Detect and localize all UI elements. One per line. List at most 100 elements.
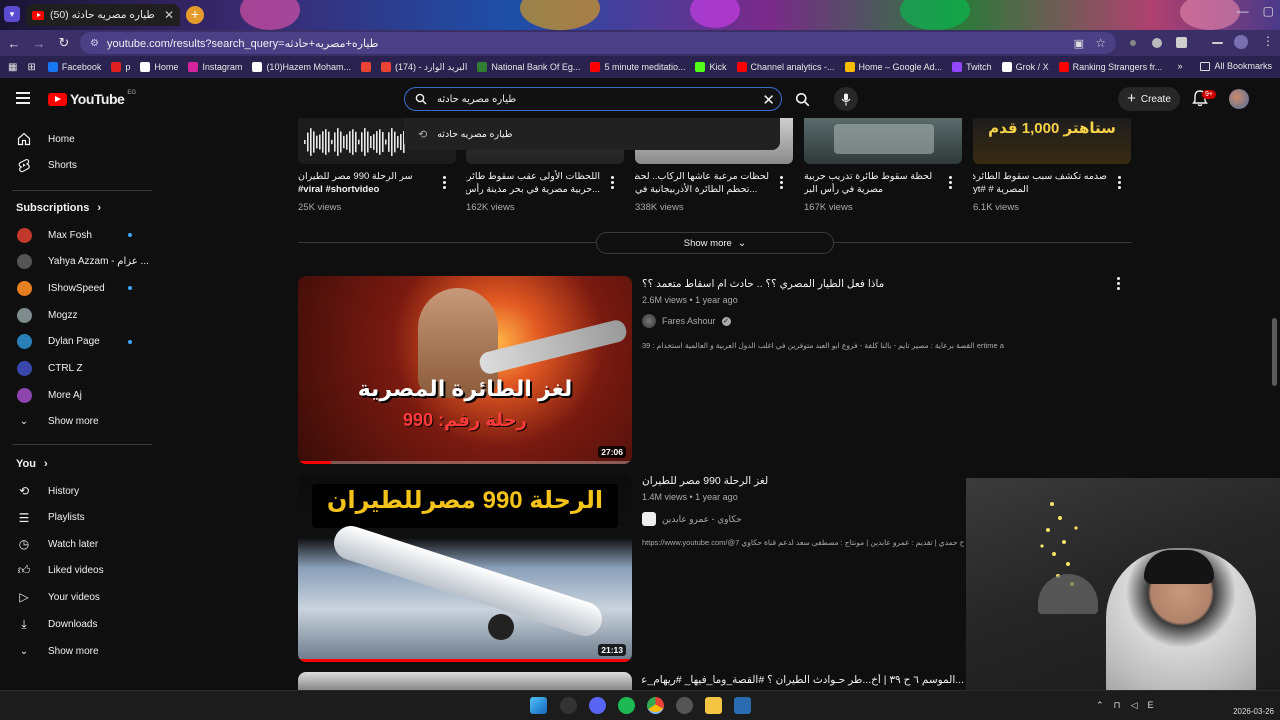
- forward-icon[interactable]: →: [28, 36, 50, 51]
- minimize-icon[interactable]: —: [1237, 4, 1249, 18]
- tab-close-icon[interactable]: ✕: [164, 8, 174, 22]
- short-title[interactable]: لحظات مرعبة عاشها الركاب.. لحظة ...تحطم ا…: [635, 170, 769, 196]
- bookmark-item[interactable]: Home – Google Ad...: [844, 62, 942, 72]
- clock[interactable]: 2026-03-26: [1233, 695, 1274, 717]
- more-bookmarks-icon[interactable]: »: [1177, 61, 1182, 71]
- network-icon[interactable]: ⊓: [1114, 700, 1121, 711]
- account-avatar[interactable]: [1229, 89, 1249, 109]
- video-title[interactable]: ...الموسم ٦ ح ٣٩ | أخ...طر حـوادث الطيرا…: [642, 674, 964, 686]
- sidebar-subscription-item[interactable]: Yahya Azzam - عزام ...: [0, 249, 152, 275]
- short-title[interactable]: اللحظات الأولى عقب سقوط طائرة ...حربية مص…: [466, 170, 600, 196]
- short-title[interactable]: صدمه تكشف سبب سقوط الطائرة المصرية # #yt: [973, 170, 1107, 196]
- bookmark-item[interactable]: National Bank Of Eg...: [477, 62, 580, 72]
- you-show-more[interactable]: ⌄ Show more: [0, 638, 152, 664]
- start-icon[interactable]: [530, 697, 547, 714]
- bookmark-item[interactable]: Channel analytics -...: [736, 62, 835, 72]
- bookmark-item[interactable]: Kick: [695, 62, 727, 72]
- tab-groups-icon[interactable]: ⊞: [27, 62, 35, 73]
- short-menu-icon[interactable]: [611, 176, 615, 191]
- channel-link[interactable]: Fares Ashour ✓: [642, 314, 731, 328]
- sidebar-item-downloads[interactable]: ⤓ Downloads: [0, 611, 152, 637]
- sidebar-item-playlists[interactable]: ☰ Playlists: [0, 505, 152, 531]
- bookmark-item[interactable]: Facebook: [47, 62, 101, 72]
- sidebar-item-your-videos[interactable]: ▷ Your videos: [0, 584, 152, 610]
- video-thumbnail[interactable]: الرحلة 990 مصرللطيران 21:13: [298, 474, 632, 662]
- tab-search-icon[interactable]: ▾: [4, 6, 20, 22]
- apps-grid-icon[interactable]: ▦: [8, 62, 17, 73]
- short-thumbnail[interactable]: ستاهتر 1,000 قدم: [973, 118, 1131, 164]
- create-button[interactable]: + Create: [1118, 87, 1180, 111]
- search-button[interactable]: [788, 87, 816, 111]
- bookmark-item[interactable]: [360, 62, 371, 72]
- bookmark-item[interactable]: (10)Hazem Moham...: [252, 62, 351, 72]
- bookmark-item[interactable]: p: [111, 62, 130, 72]
- sidebar-item-watch-later[interactable]: ◷ Watch later: [0, 531, 152, 557]
- short-menu-icon[interactable]: [1118, 176, 1122, 191]
- short-thumbnail[interactable]: [804, 118, 962, 164]
- short-title[interactable]: سر الرحلة 990 مصر للطيران #viral #shortvi…: [298, 170, 432, 196]
- you-header[interactable]: You ›: [16, 458, 48, 470]
- bookmark-item[interactable]: Twitch: [952, 62, 992, 72]
- all-bookmarks[interactable]: » All Bookmarks: [1177, 61, 1272, 71]
- bookmark-item[interactable]: Instagram: [188, 62, 242, 72]
- sidebar-subscription-item[interactable]: More Aj: [0, 382, 152, 408]
- page-scrollbar[interactable]: [1272, 318, 1277, 386]
- search-suggestion-item[interactable]: ⟲ طياره مصريه حادثه: [404, 118, 780, 150]
- discord-icon[interactable]: [589, 697, 606, 714]
- extensions-puzzle-icon[interactable]: [1176, 37, 1187, 48]
- new-tab-button[interactable]: +: [186, 6, 204, 24]
- reload-icon[interactable]: ↻: [53, 35, 75, 51]
- shorts-show-more-button[interactable]: Show more ⌄: [596, 232, 834, 254]
- media-icon[interactable]: [1212, 42, 1223, 44]
- short-title[interactable]: لحظة سقوط طائرة تدريب حربية مصرية في رأس …: [804, 170, 938, 196]
- browser-menu-icon[interactable]: ⋮: [1262, 34, 1276, 48]
- extension-icon[interactable]: [1130, 40, 1136, 46]
- voice-search-button[interactable]: [834, 87, 858, 111]
- chrome-icon[interactable]: [647, 697, 664, 714]
- app-icon[interactable]: [734, 697, 751, 714]
- browser-tab-youtube[interactable]: (50) طياره مصريه حادثه - YouTube ✕: [26, 4, 180, 26]
- tray-chevron-icon[interactable]: ⌃: [1096, 700, 1104, 711]
- bookmark-item[interactable]: Grok / X: [1001, 62, 1049, 72]
- bookmark-item[interactable]: (174) - البريد الوارد: [380, 62, 467, 73]
- bookmark-item[interactable]: Ranking Strangers fr...: [1058, 62, 1162, 72]
- profile-avatar-icon[interactable]: [1234, 35, 1248, 49]
- channel-link[interactable]: حكاوي - عمرو عابدين: [642, 512, 742, 526]
- input-language[interactable]: E: [1148, 700, 1154, 711]
- sidebar-subscription-item[interactable]: Mogzz: [0, 302, 152, 328]
- sidebar-item-history[interactable]: ⟲ History: [0, 478, 152, 504]
- subscriptions-show-more[interactable]: ⌄ Show more: [0, 408, 152, 434]
- sidebar-subscription-item[interactable]: Dylan Page: [0, 329, 152, 355]
- sidebar-item-shorts[interactable]: Shorts: [0, 152, 152, 178]
- sidebar-item-home[interactable]: Home: [0, 126, 152, 152]
- subscriptions-header[interactable]: Subscriptions ›: [16, 202, 101, 214]
- sidebar-subscription-item[interactable]: CTRL Z: [0, 356, 152, 382]
- video-thumbnail[interactable]: لغز الطائرة المصرية رحلة رقم: 990 27:06: [298, 276, 632, 464]
- install-app-icon[interactable]: ▣: [1074, 37, 1084, 50]
- bookmark-star-icon[interactable]: ☆: [1095, 36, 1106, 50]
- short-menu-icon[interactable]: [443, 176, 447, 191]
- settings-icon[interactable]: [676, 697, 693, 714]
- spotify-icon[interactable]: [618, 697, 635, 714]
- video-menu-icon[interactable]: [1117, 277, 1121, 292]
- search-input[interactable]: طياره مصريه حادثه: [437, 94, 781, 105]
- profile-ext-icon[interactable]: [1152, 38, 1162, 48]
- address-bar[interactable]: ⚙ youtube.com/results?search_query=طياره…: [80, 32, 1116, 54]
- site-info-icon[interactable]: ⚙: [90, 38, 99, 49]
- maximize-icon[interactable]: ▢: [1263, 4, 1274, 18]
- file-explorer-icon[interactable]: [705, 697, 722, 714]
- back-icon[interactable]: ←: [3, 36, 25, 51]
- video-title[interactable]: لغز الرحلة 990 مصر للطيران: [642, 475, 942, 487]
- video-thumbnail[interactable]: [298, 672, 632, 690]
- search-box[interactable]: طياره مصريه حادثه ✕: [404, 87, 782, 111]
- menu-icon[interactable]: [16, 92, 30, 104]
- clear-search-icon[interactable]: ✕: [762, 91, 775, 109]
- short-menu-icon[interactable]: [780, 176, 784, 191]
- short-menu-icon[interactable]: [949, 176, 953, 191]
- bookmark-item[interactable]: Home: [140, 62, 178, 72]
- volume-icon[interactable]: ◁: [1131, 700, 1138, 711]
- bookmark-item[interactable]: 5 minute meditatio...: [590, 62, 685, 72]
- video-title[interactable]: ماذا فعل الطيار المصري ؟؟ .. حادث ام اسق…: [642, 278, 942, 290]
- youtube-logo[interactable]: YouTube EG: [48, 90, 136, 107]
- app-icon[interactable]: [560, 697, 577, 714]
